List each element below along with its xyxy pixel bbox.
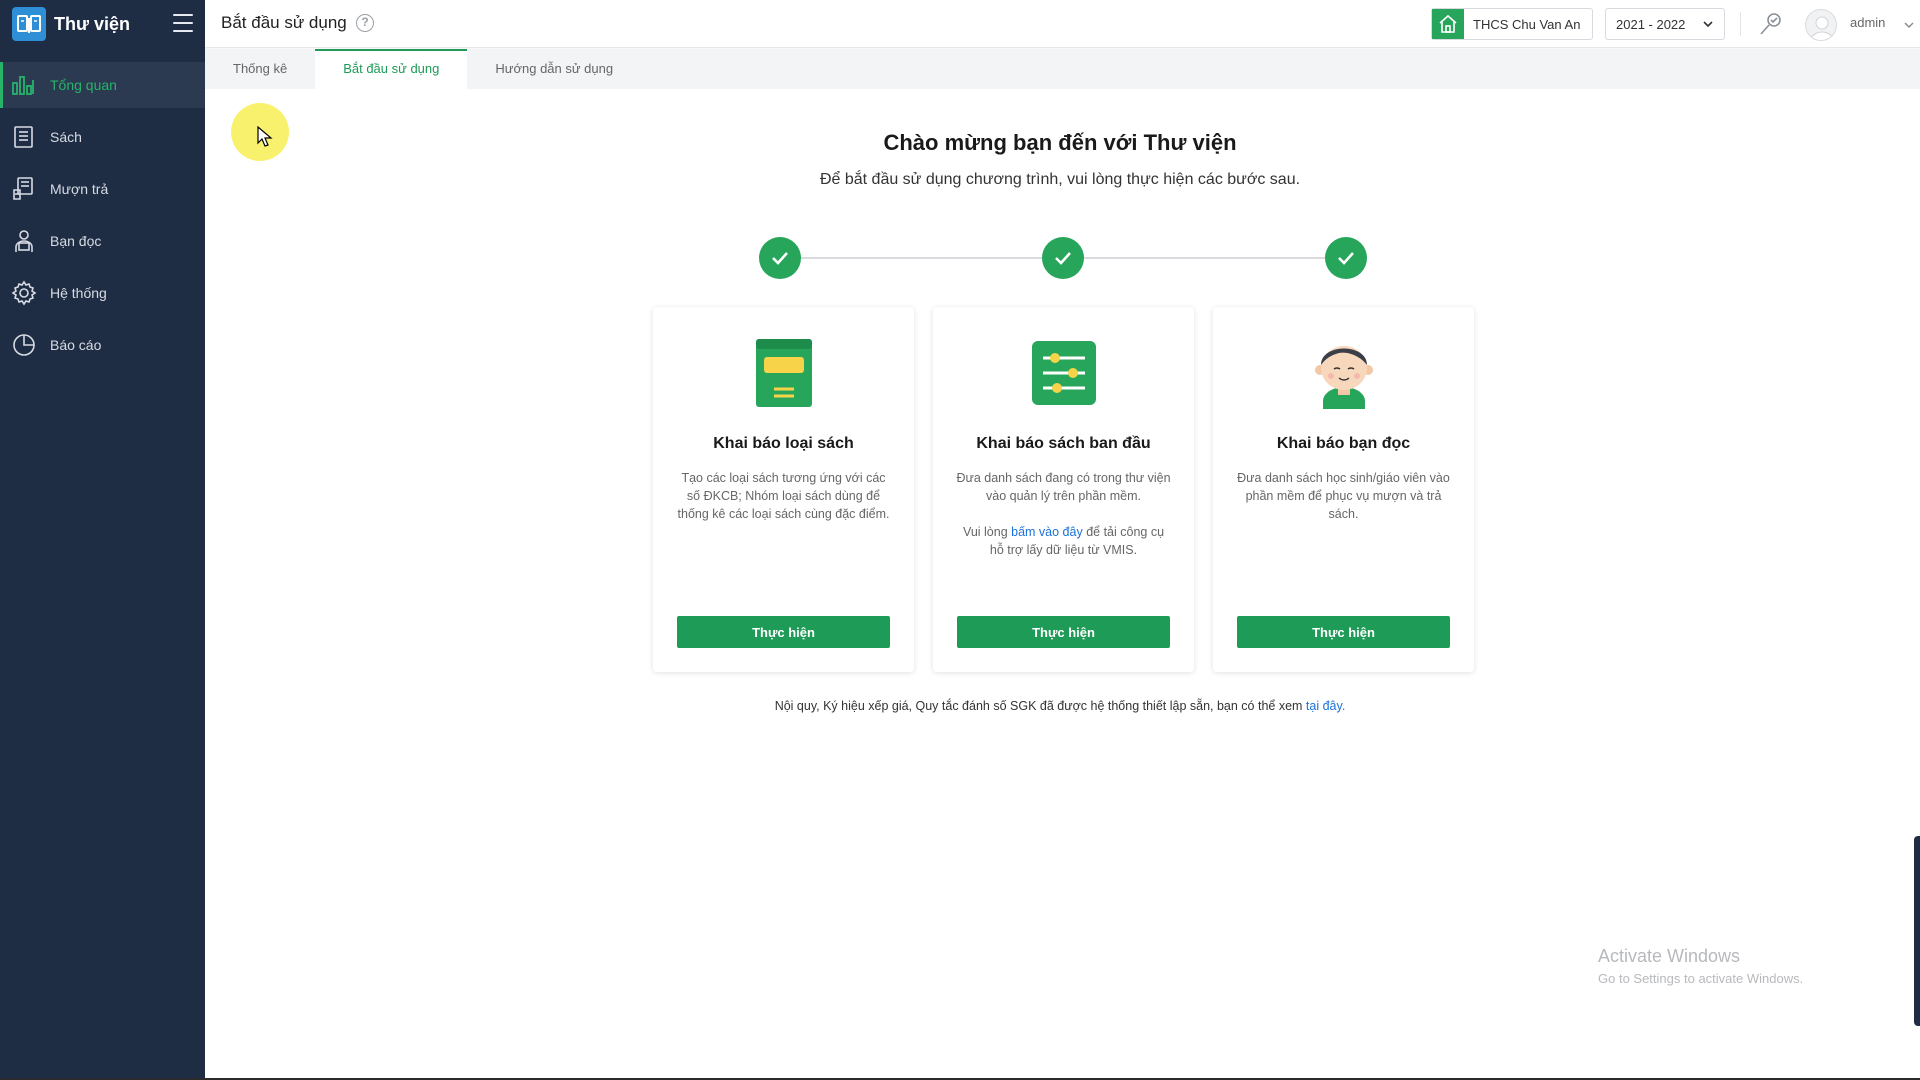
top-header: Bắt đầu sử dụng ? THCS Chu Van An 2021 -… [205, 0, 1920, 48]
sidebar-item-label: Mượn trả [50, 181, 109, 197]
search-tool-icon[interactable] [1757, 10, 1785, 38]
card-initial-books: Khai báo sách ban đầu Đưa danh sách đang… [933, 307, 1194, 672]
pie-chart-icon [10, 331, 38, 359]
card-note: Vui lòng bấm vào đây để tải công cụ hỗ t… [955, 523, 1172, 559]
step-1-check-icon [759, 237, 801, 279]
sidebar-item-bao-cao[interactable]: Báo cáo [0, 322, 205, 368]
sidebar-item-label: Báo cáo [50, 337, 102, 353]
card-description: Đưa danh sách học sinh/giáo viên vào phầ… [1237, 471, 1450, 521]
step-connector [800, 257, 1042, 259]
note-prefix: Vui lòng [962, 525, 1012, 539]
card-title: Khai báo sách ban đầu [976, 435, 1151, 452]
step-3-check-icon [1325, 237, 1367, 279]
tab-huong-dan-su-dung[interactable]: Hướng dẫn sử dụng [467, 49, 641, 89]
help-icon[interactable]: ? [356, 14, 374, 32]
mouse-cursor-icon [257, 125, 273, 153]
sidebar-item-sach[interactable]: Sách [0, 114, 205, 160]
sidebar-item-tong-quan[interactable]: Tổng quan [0, 62, 205, 108]
tab-thong-ke[interactable]: Thống kê [205, 49, 315, 89]
step-2-check-icon [1042, 237, 1084, 279]
watermark-line-1: Activate Windows [1598, 946, 1741, 966]
app-title: Thư viện [54, 13, 131, 34]
step-connector [1083, 257, 1325, 259]
card-title: Khai báo bạn đọc [1276, 435, 1411, 452]
sidebar-nav: Tổng quan Sách Mượn trả Bạn đọc Hệ thống [0, 62, 205, 368]
download-tool-link[interactable]: bấm vào đây [1011, 525, 1083, 539]
header-divider [1740, 12, 1741, 36]
school-year-value: 2021 - 2022 [1616, 16, 1686, 32]
menu-toggle-icon[interactable] [173, 14, 193, 32]
gear-icon [10, 279, 38, 307]
footer-note: Nội quy, Ký hiệu xếp giá, Quy tắc đánh s… [700, 699, 1420, 713]
library-logo-icon [12, 7, 46, 41]
card-description: Đưa danh sách đang có trong thư viện vào… [956, 471, 1171, 503]
page-title: Bắt đầu sử dụng [221, 13, 347, 32]
sidebar-item-label: Sách [50, 129, 82, 145]
sidebar-item-label: Hệ thống [50, 285, 107, 301]
sidebar-item-muon-tra[interactable]: Mượn trả [0, 166, 205, 212]
tab-bar: Thống kê Bắt đầu sử dụng Hướng dẫn sử dụ… [205, 49, 1920, 89]
school-selector[interactable]: THCS Chu Van An [1431, 8, 1593, 40]
settings-sliders-icon [1024, 333, 1104, 413]
bar-chart-icon [10, 71, 38, 99]
school-home-icon [1432, 9, 1464, 39]
school-year-select[interactable]: 2021 - 2022 [1605, 8, 1725, 40]
sidebar-item-label: Tổng quan [50, 77, 117, 93]
footer-text: Nội quy, Ký hiệu xếp giá, Quy tắc đánh s… [774, 699, 1306, 713]
username[interactable]: admin [1850, 15, 1885, 30]
card-title: Khai báo loại sách [713, 435, 854, 452]
do-readers-button[interactable]: Thực hiện [1237, 616, 1450, 648]
card-book-type: Khai báo loại sách Tạo các loại sách tươ… [653, 307, 914, 672]
sidebar: Thư viện Tổng quan Sách Mượn trả Bạn đọc… [0, 0, 205, 1080]
do-book-type-button[interactable]: Thực hiện [677, 616, 890, 648]
avatar[interactable] [1805, 9, 1837, 41]
book-icon [10, 123, 38, 151]
welcome-subtitle: Để bắt đầu sử dụng chương trình, vui lòn… [819, 171, 1301, 188]
card-readers: Khai báo bạn đọc Đưa danh sách học sinh/… [1213, 307, 1474, 672]
card-description: Tạo các loại sách tương ứng với các số Đ… [677, 471, 890, 521]
green-book-icon [744, 333, 824, 413]
view-rules-link[interactable]: tại đây. [1306, 699, 1345, 713]
borrow-return-icon [10, 175, 38, 203]
side-panel-handle[interactable] [1914, 836, 1920, 1026]
school-name: THCS Chu Van An [1473, 16, 1581, 32]
reader-avatar-icon [1304, 333, 1384, 413]
tab-bat-dau-su-dung[interactable]: Bắt đầu sử dụng [315, 49, 468, 89]
windows-activation-watermark: Activate Windows Go to Settings to activ… [1598, 946, 1803, 986]
chevron-down-icon[interactable] [1903, 18, 1915, 36]
watermark-line-2: Go to Settings to activate Windows. [1598, 971, 1804, 986]
welcome-title: Chào mừng bạn đến với Thư viện [883, 130, 1237, 155]
progress-stepper [0, 237, 1920, 279]
chevron-down-icon [1702, 18, 1714, 33]
do-initial-books-button[interactable]: Thực hiện [957, 616, 1170, 648]
